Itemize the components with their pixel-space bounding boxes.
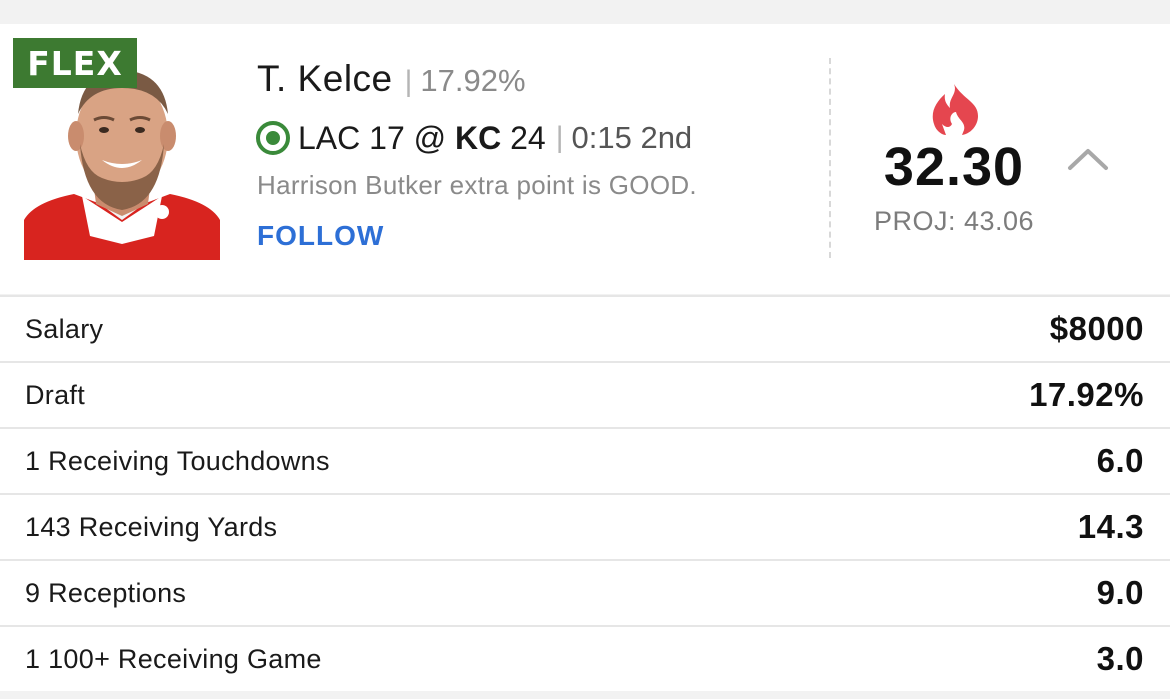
live-game-icon [256, 121, 290, 155]
stat-row-receiving-yards: 143 Receiving Yards 14.3 [0, 493, 1170, 559]
stat-label: Salary [25, 313, 104, 344]
position-badge: FLEX [13, 38, 137, 88]
player-header: T. Kelce | 17.92% [257, 58, 526, 102]
stat-row-receiving-touchdowns: 1 Receiving Touchdowns 6.0 [0, 427, 1170, 493]
stat-label: 1 Receiving Touchdowns [25, 445, 330, 476]
away-team-score: LAC 17 @ [298, 119, 455, 156]
stat-value: 6.0 [1096, 442, 1144, 479]
stat-row-draft: Draft 17.92% [0, 361, 1170, 427]
fantasy-points: 32.30 [883, 137, 1025, 197]
stat-label: 143 Receiving Yards [25, 511, 278, 542]
stat-label: Draft [25, 379, 86, 410]
last-play-text: Harrison Butker extra point is GOOD. [257, 170, 697, 200]
chevron-up-icon[interactable] [1066, 146, 1110, 172]
projected-points: PROJ: 43.06 [873, 206, 1035, 236]
stat-row-salary: Salary $8000 [0, 295, 1170, 361]
player-name[interactable]: T. Kelce [257, 58, 393, 100]
stat-row-100-receiving-game: 1 100+ Receiving Game 3.0 [0, 625, 1170, 691]
stat-value: 17.92% [1029, 376, 1144, 413]
home-team-score: 24 [501, 119, 546, 156]
follow-button[interactable]: FOLLOW [257, 220, 384, 252]
separator: | [555, 121, 564, 154]
stats-table: Salary $8000 Draft 17.92% 1 Receiving To… [0, 295, 1170, 691]
separator: | [404, 65, 413, 98]
game-clock: 0:15 2nd [571, 120, 693, 155]
stat-label: 9 Receptions [25, 577, 187, 608]
stat-row-receptions: 9 Receptions 9.0 [0, 559, 1170, 625]
divider [829, 58, 831, 258]
stat-value: $8000 [1049, 310, 1144, 347]
game-score: LAC 17 @ KC 24 [298, 120, 546, 157]
home-team: KC [455, 119, 502, 156]
stat-value: 14.3 [1077, 508, 1144, 545]
stat-value: 3.0 [1096, 640, 1144, 677]
stat-label: 1 100+ Receiving Game [25, 643, 322, 674]
ownership-percent: 17.92% [420, 63, 526, 98]
game-status: LAC 17 @ KC 24 | 0:15 2nd [256, 118, 692, 158]
stat-value: 9.0 [1096, 574, 1144, 611]
flame-icon [932, 84, 978, 135]
